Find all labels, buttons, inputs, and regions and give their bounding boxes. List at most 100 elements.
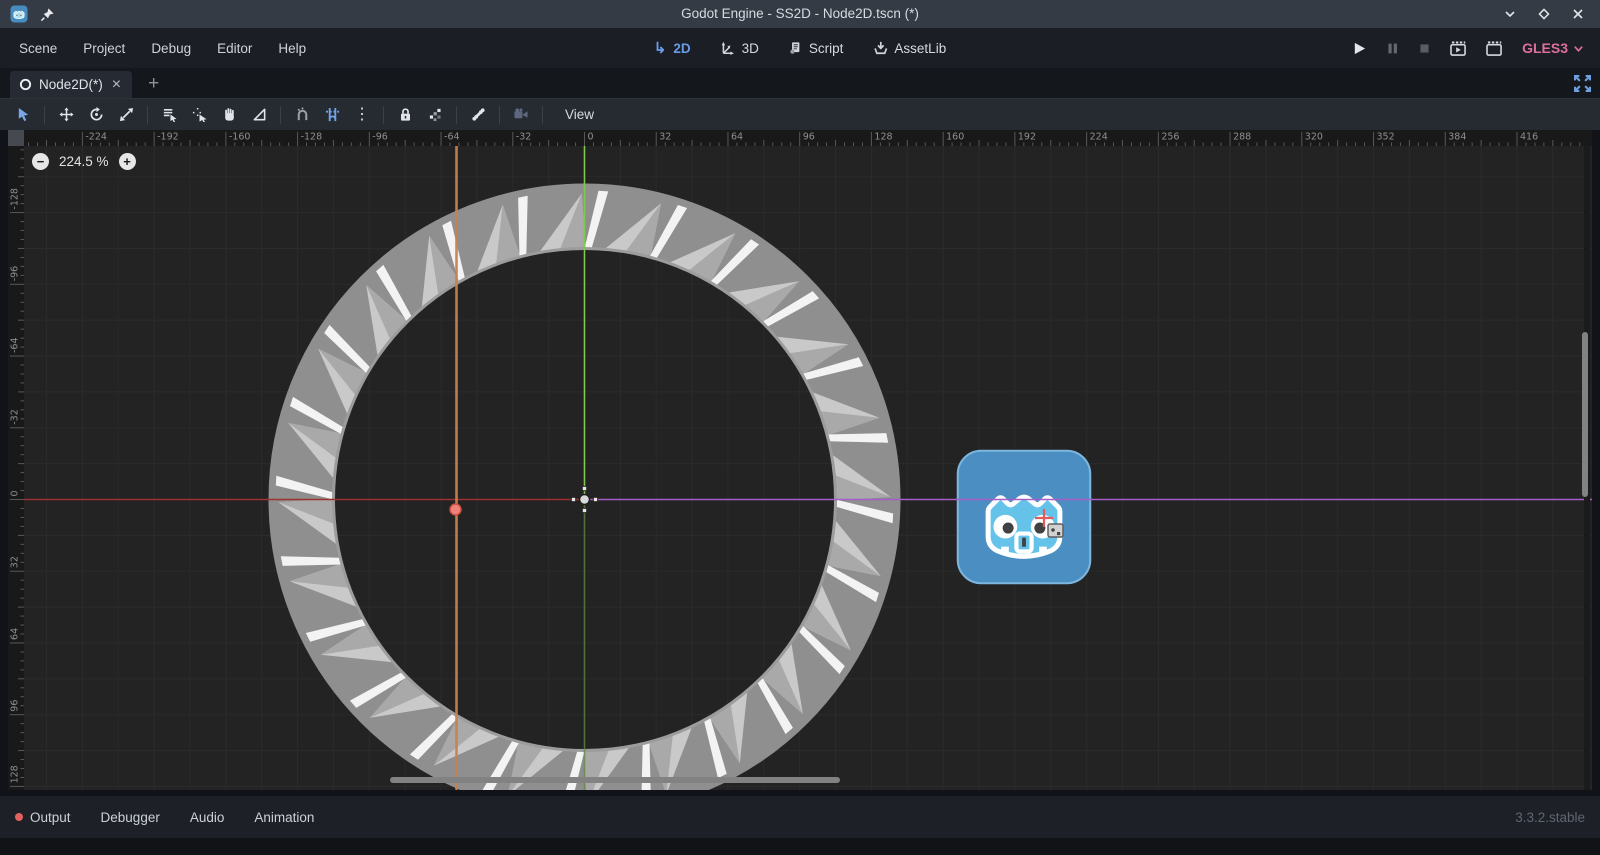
viewport-gizmos [24,146,1592,790]
svg-text:32: 32 [659,132,671,143]
tab-close-icon[interactable]: × [110,77,123,93]
scale-tool-button[interactable] [111,102,141,128]
rotate-tool-button[interactable] [81,102,111,128]
svg-text:96: 96 [10,700,21,712]
menu-editor[interactable]: Editor [206,36,263,61]
pin-icon[interactable] [40,7,55,22]
menu-help[interactable]: Help [267,36,317,61]
distraction-free-mode-button[interactable] [1574,75,1591,92]
origin-gizmo [571,486,597,512]
select-tool-button[interactable] [8,102,38,128]
grid-snap-toggle[interactable] [317,102,347,128]
pan-hand-icon [222,107,237,122]
panel-button-animation[interactable]: Animation [254,810,314,825]
svg-text:352: 352 [1377,132,1395,143]
play-scene-button[interactable] [1450,41,1467,56]
3d-icon [721,41,735,55]
svg-text:192: 192 [1018,132,1036,143]
rotate-icon [89,107,104,122]
workspace-tab-assetlib[interactable]: AssetLib [873,41,946,56]
snap-options-menu-button[interactable]: ⋮ [347,102,377,128]
svg-text:-32: -32 [10,409,21,425]
canvas-toolbar: ⋮ View [0,98,1600,130]
pan-tool-button[interactable] [214,102,244,128]
svg-text:-96: -96 [10,266,21,282]
workspace-tab-2d[interactable]: ↳ 2D [654,41,691,56]
workspace-2d-label: 2D [673,41,690,56]
svg-text:288: 288 [1233,132,1251,143]
panel-button-debugger[interactable]: Debugger [101,810,160,825]
workspace-script-label: Script [809,41,844,56]
vertical-ruler[interactable]: -128-96-64-320326496128 [8,146,24,790]
play-button[interactable] [1352,41,1367,56]
audio-label: Audio [190,810,225,825]
svg-text:160: 160 [946,132,964,143]
bone-icon [471,107,486,122]
svg-text:-128: -128 [9,188,20,210]
skeleton-bone-button[interactable] [463,102,493,128]
group-icon [428,107,443,122]
video-driver-label: GLES3 [1522,40,1568,56]
vertical-scrollbar-thumb[interactable] [1582,332,1588,497]
zoom-out-button[interactable]: − [32,153,49,170]
svg-text:64: 64 [10,628,21,640]
zoom-level-label: 224.5 % [59,154,109,169]
workspace-tab-3d[interactable]: 3D [721,41,759,56]
shape-control-point[interactable] [450,504,461,515]
add-scene-tab-button[interactable]: + [144,74,163,93]
panel-button-audio[interactable]: Audio [190,810,225,825]
ruler-corner [8,130,24,146]
svg-text:-192: -192 [157,132,179,143]
menu-debug[interactable]: Debug [140,36,202,61]
window-title: Godot Engine - SS2D - Node2D.tscn (*) [0,0,1600,28]
window-minimize-button[interactable] [1502,6,1518,22]
svg-text:-96: -96 [372,132,388,143]
script-icon [789,41,802,55]
scene-tab-node2d[interactable]: Node2D(*) × [10,71,132,98]
menu-project[interactable]: Project [72,36,136,61]
sprite-transform-cross [1035,509,1063,537]
camera-override-button[interactable] [506,102,536,128]
select-cursor-icon [16,107,31,122]
smart-snap-toggle[interactable] [287,102,317,128]
chevron-down-icon [1573,43,1584,54]
svg-text:0: 0 [588,132,594,143]
group-object-button[interactable] [420,102,450,128]
window-bottom-strip [0,838,1600,855]
ruler-tool-button[interactable] [244,102,274,128]
output-label: Output [30,810,71,825]
ruler-icon [252,107,267,122]
zoom-in-button[interactable]: + [119,153,136,170]
horizontal-ruler[interactable]: -224-192-160-128-96-64-32032649612816019… [24,130,1592,146]
output-alert-dot-icon [15,813,23,821]
menu-bar: Scene Project Debug Editor Help ↳ 2D 3D … [0,28,1600,68]
stop-button[interactable] [1418,42,1431,55]
workspace-assetlib-label: AssetLib [894,41,946,56]
window-maximize-button[interactable] [1536,6,1552,22]
move-tool-button[interactable] [51,102,81,128]
lock-object-button[interactable] [390,102,420,128]
svg-text:416: 416 [1520,132,1538,143]
video-driver-select[interactable]: GLES3 [1522,40,1584,56]
2d-viewport[interactable]: − 224.5 % + [24,146,1592,790]
scene-tab-bar: Node2D(*) × + [0,68,1600,98]
svg-text:-64: -64 [10,338,21,354]
list-select-tool-button[interactable] [154,102,184,128]
workspace-tab-script[interactable]: Script [789,41,844,56]
panel-button-output[interactable]: Output [15,810,71,825]
window-close-button[interactable] [1570,6,1586,22]
svg-text:0: 0 [10,490,21,496]
node2d-icon [19,78,32,91]
window-titlebar: Godot Engine - SS2D - Node2D.tscn (*) [0,0,1600,28]
animation-label: Animation [254,810,314,825]
grid-snap-icon [325,107,340,122]
svg-text:-64: -64 [444,132,460,143]
svg-text:64: 64 [731,132,743,143]
horizontal-scrollbar-thumb[interactable] [390,777,840,783]
menu-scene[interactable]: Scene [8,36,68,61]
svg-text:224: 224 [1090,132,1108,143]
pause-button[interactable] [1386,42,1399,55]
view-menu-button[interactable]: View [553,107,606,122]
pivot-tool-button[interactable] [184,102,214,128]
play-custom-scene-button[interactable] [1486,41,1503,56]
